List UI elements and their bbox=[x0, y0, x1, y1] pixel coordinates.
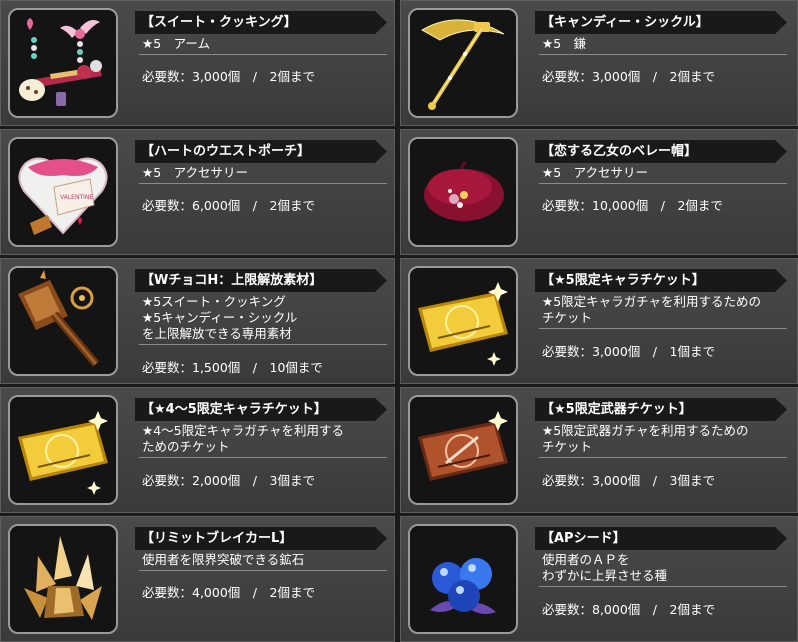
item-card-star5-chara-ticket[interactable]: 【★5限定キャラチケット】 ★5限定キャラガチャを利用するための チケット 必要… bbox=[400, 258, 798, 384]
item-thumbnail: VALENTINE bbox=[8, 137, 118, 247]
item-thumbnail bbox=[408, 395, 518, 505]
item-requirement: 必要数：2,000個 / 3個まで bbox=[142, 473, 315, 488]
blue-seed-icon bbox=[430, 558, 496, 614]
item-thumbnail bbox=[408, 8, 518, 118]
exchange-item-grid: 【スイート・クッキング】 ★5 アーム 必要数：3,000個 / 2個まで 【キ… bbox=[0, 0, 798, 642]
sickle-icon bbox=[420, 19, 505, 110]
arm-weapon-icon bbox=[19, 18, 102, 106]
heart-pouch-icon: VALENTINE bbox=[18, 157, 108, 235]
item-requirement: 必要数：8,000個 / 2個まで bbox=[542, 602, 715, 617]
svg-text:VALENTINE: VALENTINE bbox=[60, 194, 93, 201]
item-thumbnail bbox=[8, 8, 118, 118]
item-requirement: 必要数：4,000個 / 2個まで bbox=[142, 585, 315, 600]
item-description: 使用者を限界突破できる鉱石 bbox=[139, 551, 387, 571]
item-requirement: 必要数：3,000個 / 1個まで bbox=[542, 344, 715, 359]
item-card-candy-sickle[interactable]: 【キャンディー・シックル】 ★5 鎌 必要数：3,000個 / 2個まで bbox=[400, 0, 798, 126]
item-requirement: 必要数：3,000個 / 2個まで bbox=[542, 69, 715, 84]
item-card-beret[interactable]: 【恋する乙女のベレー帽】 ★5 アクセサリー 必要数：10,000個 / 2個ま… bbox=[400, 129, 798, 255]
item-description: ★5 アクセサリー bbox=[539, 164, 787, 184]
item-title: 【恋する乙女のベレー帽】 bbox=[535, 140, 787, 163]
item-title: 【キャンディー・シックル】 bbox=[535, 11, 787, 34]
item-title: 【APシード】 bbox=[535, 527, 787, 550]
item-title: 【★4～5限定キャラチケット】 bbox=[135, 398, 387, 421]
item-requirement: 必要数：3,000個 / 3個まで bbox=[542, 473, 715, 488]
bronze-ticket-icon bbox=[418, 411, 508, 481]
item-description: ★4～5限定キャラガチャを利用する ためのチケット bbox=[139, 422, 387, 458]
gold-ticket-icon bbox=[418, 282, 508, 366]
gold-ticket-icon bbox=[18, 411, 108, 495]
crystal-ore-icon bbox=[24, 536, 102, 620]
beret-icon bbox=[424, 161, 504, 221]
item-description: ★5スイート・クッキング ★5キャンディー・シックル を上限解放できる専用素材 bbox=[139, 293, 387, 345]
item-card-star4-5-chara-ticket[interactable]: 【★4～5限定キャラチケット】 ★4～5限定キャラガチャを利用する ためのチケッ… bbox=[0, 387, 395, 513]
item-description: ★5限定キャラガチャを利用するための チケット bbox=[539, 293, 787, 329]
item-requirement: 必要数：1,500個 / 10個まで bbox=[142, 360, 323, 375]
item-title: 【WチョコH：上限解放素材】 bbox=[135, 269, 387, 292]
item-requirement: 必要数：10,000個 / 2個まで bbox=[542, 198, 723, 213]
item-card-sweet-cooking[interactable]: 【スイート・クッキング】 ★5 アーム 必要数：3,000個 / 2個まで bbox=[0, 0, 395, 126]
item-description: ★5限定武器ガチャを利用するための チケット bbox=[539, 422, 787, 458]
item-card-star5-weapon-ticket[interactable]: 【★5限定武器チケット】 ★5限定武器ガチャを利用するための チケット 必要数：… bbox=[400, 387, 798, 513]
item-thumbnail bbox=[408, 266, 518, 376]
item-card-w-choco-material[interactable]: 【WチョコH：上限解放素材】 ★5スイート・クッキング ★5キャンディー・シック… bbox=[0, 258, 395, 384]
item-description: ★5 鎌 bbox=[539, 35, 787, 55]
item-title: 【リミットブレイカーL】 bbox=[135, 527, 387, 550]
item-thumbnail bbox=[408, 524, 518, 634]
item-title: 【スイート・クッキング】 bbox=[135, 11, 387, 34]
item-card-limit-breaker-l[interactable]: 【リミットブレイカーL】 使用者を限界突破できる鉱石 必要数：4,000個 / … bbox=[0, 516, 395, 642]
item-thumbnail bbox=[8, 266, 118, 376]
item-requirement: 必要数：6,000個 / 2個まで bbox=[142, 198, 315, 213]
item-thumbnail bbox=[8, 524, 118, 634]
item-card-ap-seed[interactable]: 【APシード】 使用者のＡＰを わずかに上昇させる種 必要数：8,000個 / … bbox=[400, 516, 798, 642]
item-title: 【★5限定キャラチケット】 bbox=[535, 269, 787, 292]
item-thumbnail bbox=[408, 137, 518, 247]
hammer-material-icon bbox=[18, 270, 100, 367]
item-title: 【★5限定武器チケット】 bbox=[535, 398, 787, 421]
item-description: ★5 アーム bbox=[139, 35, 387, 55]
item-description: 使用者のＡＰを わずかに上昇させる種 bbox=[539, 551, 787, 587]
item-requirement: 必要数：3,000個 / 2個まで bbox=[142, 69, 315, 84]
item-description: ★5 アクセサリー bbox=[139, 164, 387, 184]
item-title: 【ハートのウエストポーチ】 bbox=[135, 140, 387, 163]
item-thumbnail bbox=[8, 395, 118, 505]
item-card-heart-pouch[interactable]: VALENTINE 【ハートのウエストポーチ】 ★5 アクセサリー 必要数：6,… bbox=[0, 129, 395, 255]
